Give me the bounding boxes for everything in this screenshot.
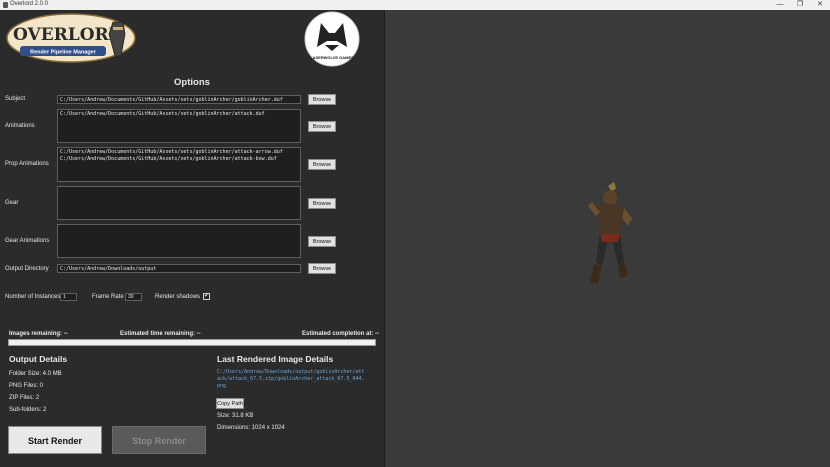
maximize-button[interactable]: ❐	[790, 0, 810, 10]
prop-animations-label: Prop Animations	[5, 161, 49, 167]
gear-browse-button[interactable]: Browse	[308, 198, 336, 209]
last-render-path[interactable]: C:/Users/Andrew/Downloads/output/goblinA…	[217, 369, 365, 390]
time-remaining: Estimated time remaining: --	[120, 331, 201, 337]
output-details-heading: Output Details	[9, 354, 68, 364]
gear-animations-browse-button[interactable]: Browse	[308, 236, 336, 247]
start-render-button[interactable]: Start Render	[8, 426, 102, 454]
output-directory-field[interactable]: C:/Users/Andrew/Downloads/output	[57, 264, 301, 273]
gear-field[interactable]	[57, 186, 301, 220]
animations-field[interactable]: C:/Users/Andrew/Documents/GitHub/Assets/…	[57, 109, 301, 143]
prop-animations-browse-button[interactable]: Browse	[308, 159, 336, 170]
instances-input[interactable]: 1	[60, 293, 77, 301]
studio-logo-text: LASERWOLVE GAMES	[310, 55, 354, 60]
gear-animations-field[interactable]	[57, 224, 301, 258]
folder-size: Folder Size: 4.0 MB	[9, 371, 62, 377]
gear-animations-label: Gear Animations	[5, 238, 50, 244]
subject-label: Subject	[5, 96, 26, 102]
subject-browse-button[interactable]: Browse	[308, 94, 336, 105]
output-directory-label: Output Directory	[5, 266, 49, 272]
prop-animations-field[interactable]: C:/Users/Andrew/Documents/GitHub/Assets/…	[57, 147, 301, 182]
logo-subtitle: Render Pipeline Manager	[30, 50, 97, 56]
title-bar: Overlord 2.0.0 — ❐ ✕	[0, 0, 830, 10]
animations-browse-button[interactable]: Browse	[308, 121, 336, 132]
goblin-archer-preview	[588, 182, 632, 284]
app-icon	[3, 2, 8, 8]
images-remaining: Images remaining: --	[9, 331, 68, 337]
render-shadows-checkbox[interactable]: ✔	[203, 293, 210, 300]
stop-render-button[interactable]: Stop Render	[112, 426, 206, 454]
zip-files-count: ZIP Files: 2	[9, 395, 40, 401]
png-files-count: PNG Files: 0	[9, 383, 44, 389]
options-heading: Options	[174, 77, 210, 88]
close-button[interactable]: ✕	[810, 0, 830, 10]
render-progress-bar	[8, 339, 376, 346]
subject-field[interactable]: C:/Users/Andrew/Documents/GitHub/Assets/…	[57, 95, 301, 104]
last-render-size: Size: 31.8 KB	[217, 413, 254, 419]
animations-label: Animations	[5, 123, 35, 129]
render-shadows-label: Render shadows	[155, 294, 201, 300]
overlord-logo: OVERLORD Render Pipeline Manager	[6, 13, 136, 63]
instances-label: Number of Instances	[5, 294, 61, 300]
copy-path-button[interactable]: Copy Path	[216, 398, 244, 409]
last-render-heading: Last Rendered Image Details	[217, 354, 334, 364]
window-title: Overlord 2.0.0	[10, 1, 49, 7]
gear-label: Gear	[5, 200, 19, 206]
studio-logo: LASERWOLVE GAMES	[304, 11, 360, 67]
output-directory-browse-button[interactable]: Browse	[308, 263, 336, 274]
minimize-button[interactable]: —	[770, 0, 790, 10]
sub-folders-count: Sub-folders: 2	[9, 407, 47, 413]
frame-rate-label: Frame Rate	[92, 294, 124, 300]
logo-title: OVERLORD	[13, 25, 124, 45]
frame-rate-input[interactable]: 30	[125, 293, 142, 301]
estimated-completion: Estimated completion at: --	[302, 331, 380, 337]
last-render-dimensions: Dimensions: 1024 x 1024	[217, 425, 285, 431]
